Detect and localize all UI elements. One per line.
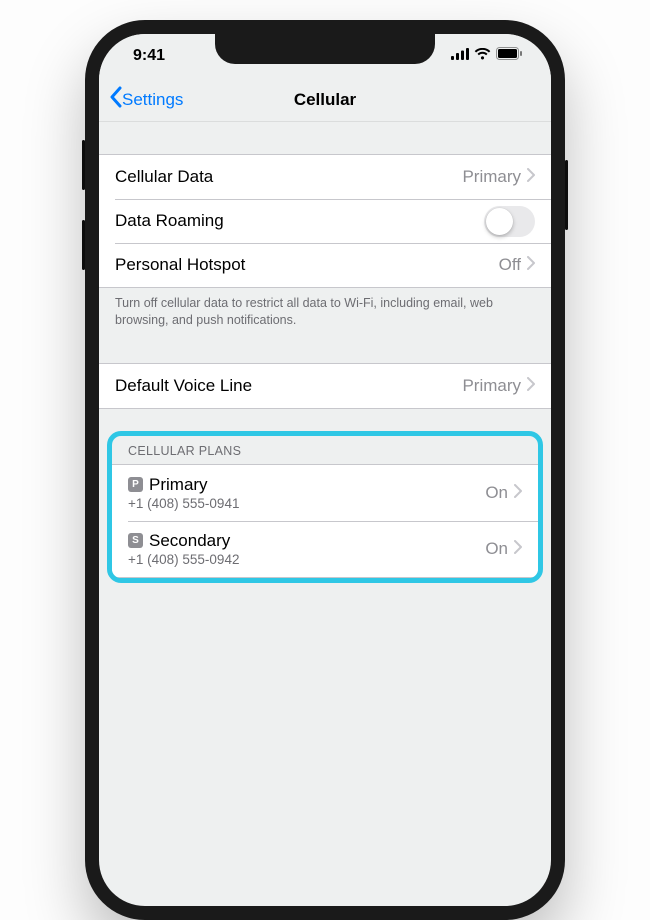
row-value: Off bbox=[499, 255, 521, 275]
chevron-right-icon bbox=[527, 376, 535, 396]
chevron-right-icon bbox=[514, 483, 522, 503]
back-label: Settings bbox=[122, 90, 183, 110]
chevron-right-icon bbox=[514, 539, 522, 559]
group-cellular-plans: P Primary +1 (408) 555-0941 On bbox=[112, 464, 538, 578]
plan-name-label: Primary bbox=[149, 475, 208, 495]
status-icons bbox=[451, 47, 523, 65]
plan-main: P Primary +1 (408) 555-0941 bbox=[128, 475, 485, 511]
cellular-plans-highlight: CELLULAR PLANS P Primary +1 (408) 555-09… bbox=[107, 431, 543, 583]
row-value: Primary bbox=[462, 376, 521, 396]
chevron-left-icon bbox=[109, 86, 122, 113]
plan-row-secondary[interactable]: S Secondary +1 (408) 555-0942 On bbox=[112, 521, 538, 577]
plan-status: On bbox=[485, 539, 508, 559]
screen: 9:41 Settings Cellular bbox=[99, 34, 551, 906]
wifi-icon bbox=[474, 47, 491, 65]
row-cellular-data[interactable]: Cellular Data Primary bbox=[99, 155, 551, 199]
group-voice-line: Default Voice Line Primary bbox=[99, 363, 551, 409]
plan-name-label: Secondary bbox=[149, 531, 230, 551]
settings-list: Cellular Data Primary Data Roaming Perso… bbox=[99, 122, 551, 583]
data-roaming-toggle[interactable] bbox=[484, 206, 535, 237]
plan-badge-icon: S bbox=[128, 533, 143, 548]
phone-frame: 9:41 Settings Cellular bbox=[85, 20, 565, 920]
row-personal-hotspot[interactable]: Personal Hotspot Off bbox=[99, 243, 551, 287]
plans-header: CELLULAR PLANS bbox=[112, 436, 538, 464]
row-data-roaming[interactable]: Data Roaming bbox=[99, 199, 551, 243]
chevron-right-icon bbox=[527, 255, 535, 275]
row-label: Cellular Data bbox=[115, 167, 462, 187]
cellular-footer-note: Turn off cellular data to restrict all d… bbox=[99, 288, 551, 337]
plan-row-primary[interactable]: P Primary +1 (408) 555-0941 On bbox=[112, 465, 538, 521]
plan-main: S Secondary +1 (408) 555-0942 bbox=[128, 531, 485, 567]
row-label: Default Voice Line bbox=[115, 376, 462, 396]
plan-badge-icon: P bbox=[128, 477, 143, 492]
plan-number: +1 (408) 555-0942 bbox=[128, 552, 485, 567]
row-label: Data Roaming bbox=[115, 211, 484, 231]
status-time: 9:41 bbox=[133, 47, 165, 65]
cellular-signal-icon bbox=[451, 47, 469, 65]
notch bbox=[215, 34, 435, 64]
toggle-knob bbox=[486, 208, 513, 235]
row-value: Primary bbox=[462, 167, 521, 187]
back-button[interactable]: Settings bbox=[109, 86, 183, 113]
plan-status: On bbox=[485, 483, 508, 503]
row-label: Personal Hotspot bbox=[115, 255, 499, 275]
group-cellular: Cellular Data Primary Data Roaming Perso… bbox=[99, 154, 551, 288]
nav-bar: Settings Cellular bbox=[99, 78, 551, 122]
battery-icon bbox=[496, 47, 523, 65]
row-default-voice[interactable]: Default Voice Line Primary bbox=[99, 364, 551, 408]
plan-number: +1 (408) 555-0941 bbox=[128, 496, 485, 511]
chevron-right-icon bbox=[527, 167, 535, 187]
